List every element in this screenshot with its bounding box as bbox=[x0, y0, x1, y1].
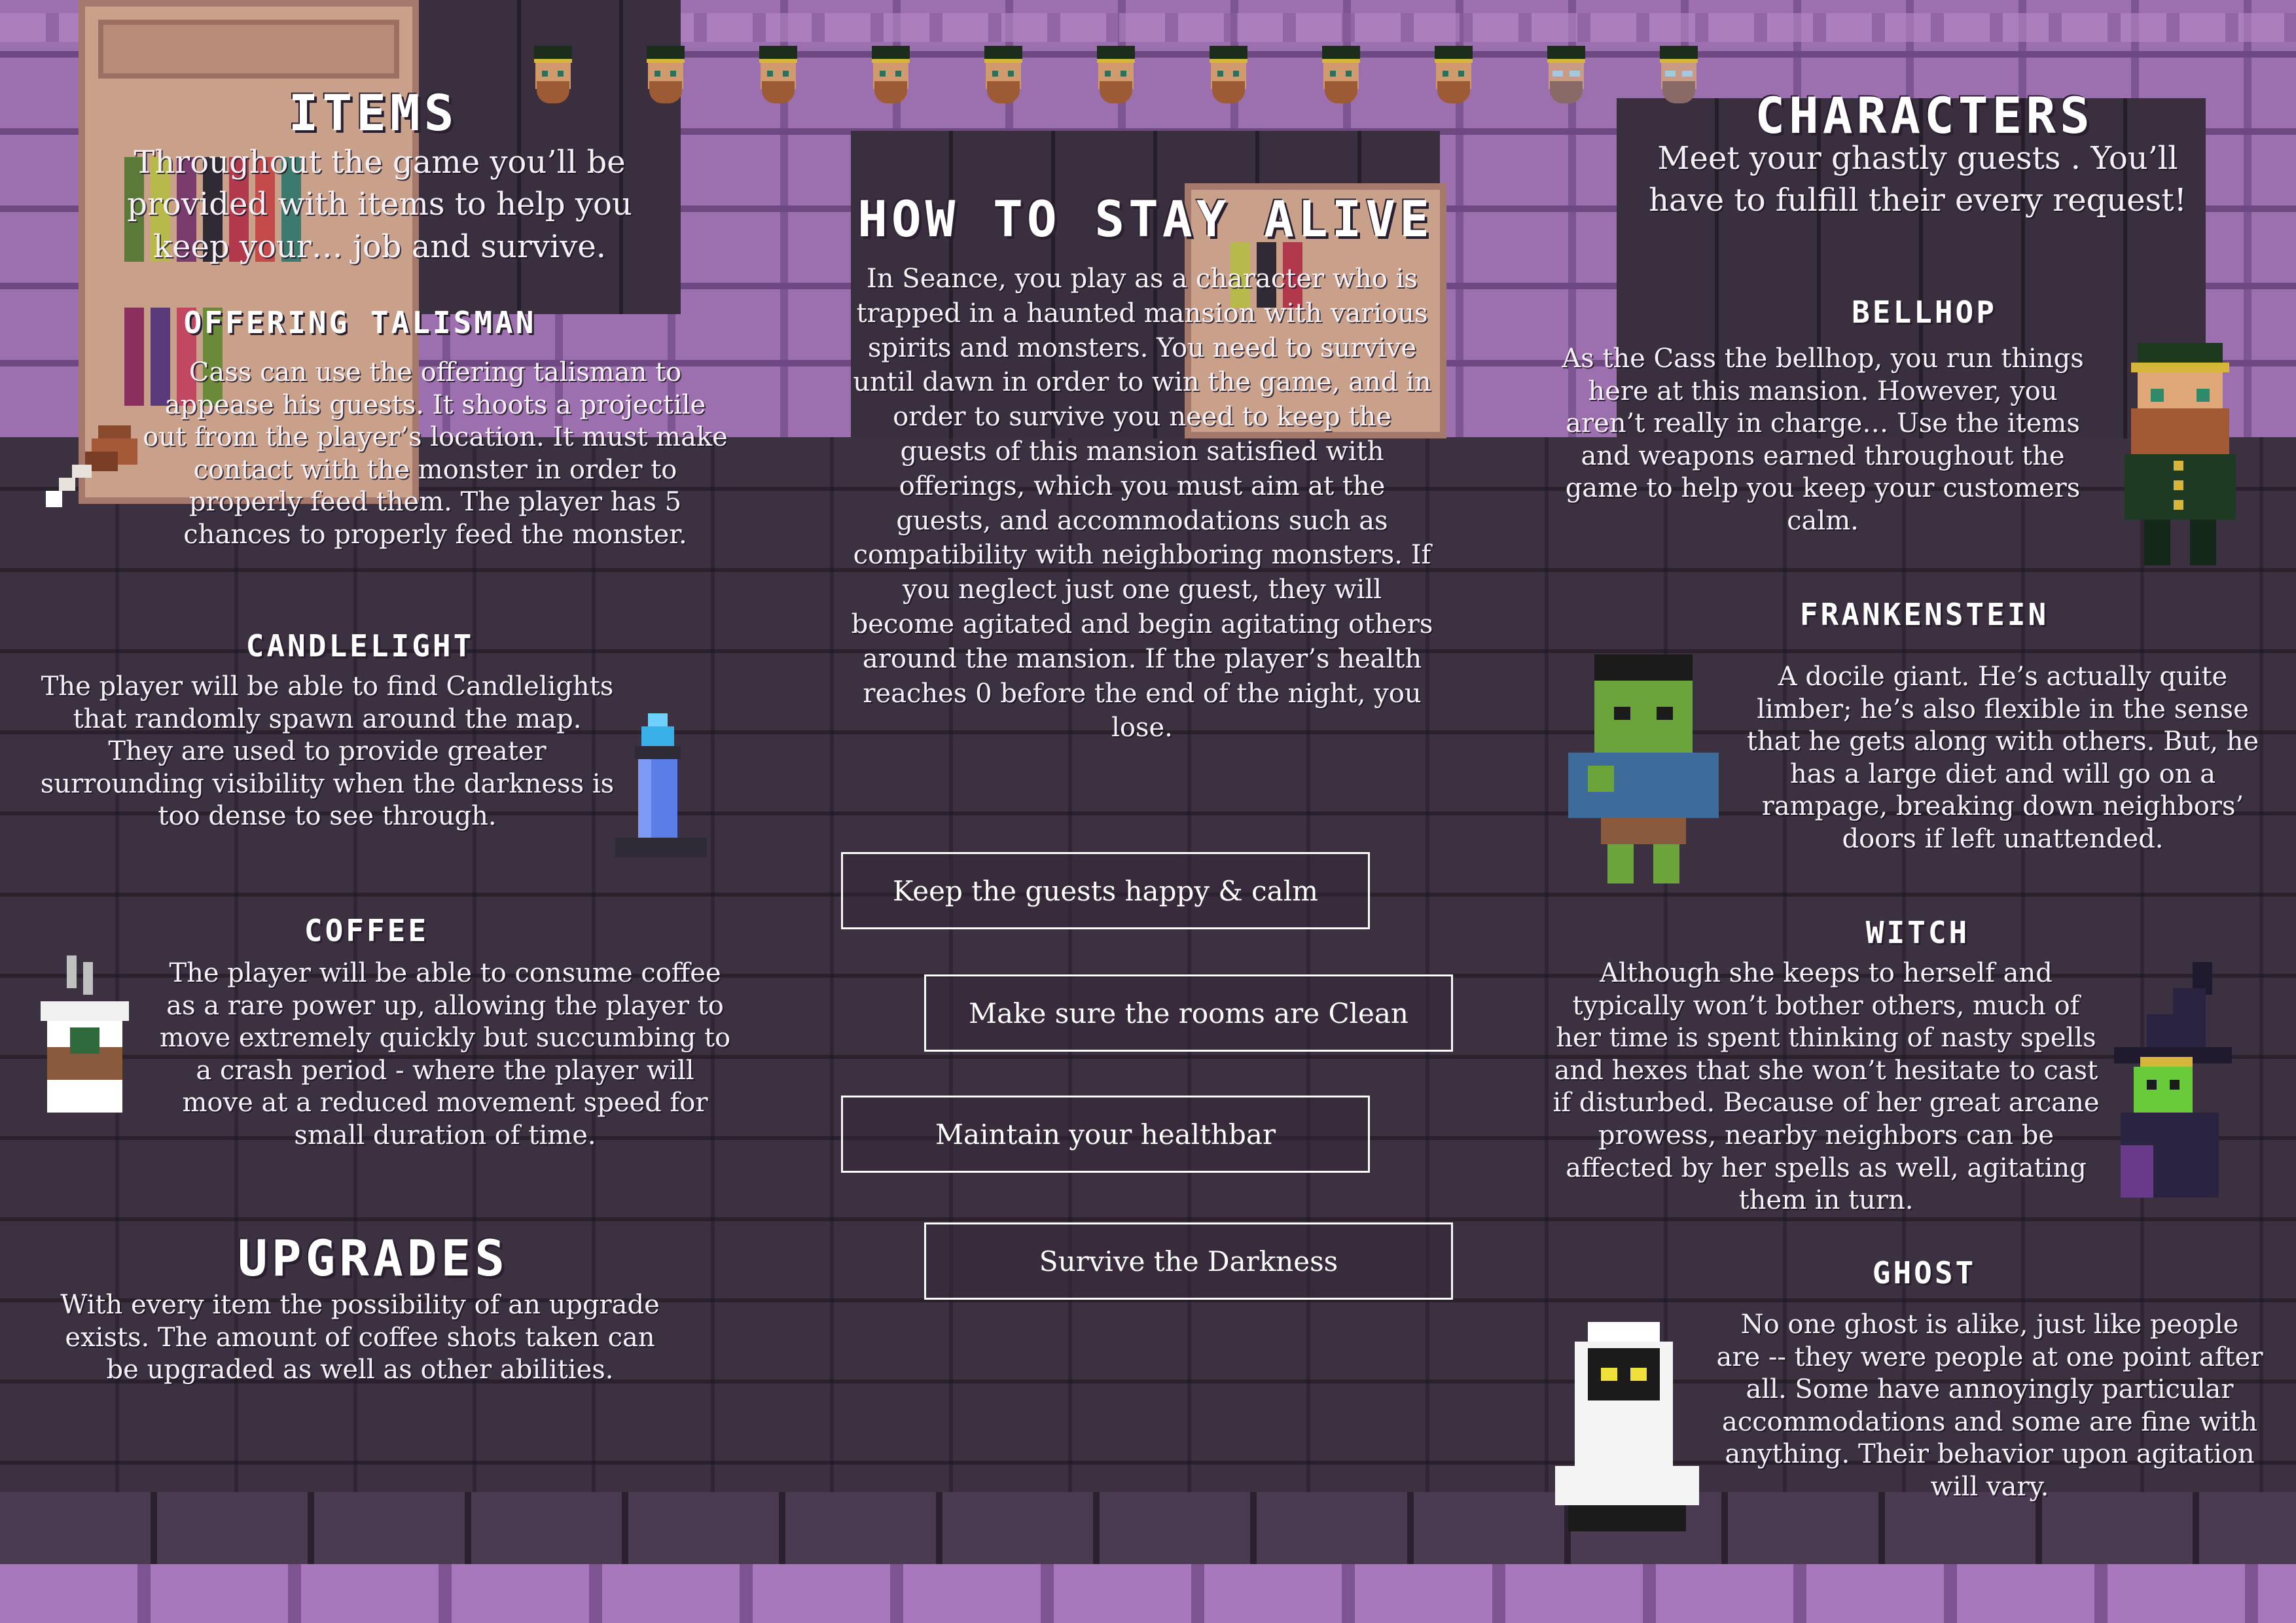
frankenstein-title: FRANKENSTEIN bbox=[1799, 597, 2049, 632]
floor-strip bbox=[0, 1492, 2296, 1623]
bellhop-title: BELLHOP bbox=[1852, 294, 1997, 330]
candle-icon bbox=[615, 713, 707, 857]
ghost-title: GHOST bbox=[1872, 1255, 1977, 1291]
bellhop-head-icon bbox=[1207, 46, 1250, 105]
goal-box-happy-calm: Keep the guests happy & calm bbox=[841, 852, 1370, 929]
bellhop-head-icon bbox=[531, 46, 575, 105]
witch-title: WITCH bbox=[1865, 915, 1970, 950]
upgrades-heading: UPGRADES bbox=[237, 1229, 509, 1287]
bellhop-head-icon bbox=[1319, 46, 1363, 105]
characters-heading: CHARACTERS bbox=[1755, 86, 2094, 145]
drumstick-icon bbox=[46, 425, 137, 507]
items-heading: ITEMS bbox=[288, 84, 458, 142]
ghost-sprite bbox=[1555, 1322, 1699, 1531]
characters-intro: Meet your ghastly guests . You’ll have t… bbox=[1649, 140, 2187, 219]
goal-box-darkness: Survive the Darkness bbox=[924, 1222, 1453, 1300]
ghost-text: No one ghost is alike, just like people … bbox=[1716, 1310, 2263, 1502]
coffee-cup-icon bbox=[41, 955, 129, 1113]
coffee-title: COFFEE bbox=[304, 913, 429, 948]
frankenstein-text: A docile giant. He’s actually quite limb… bbox=[1746, 662, 2259, 854]
bellhop-head-icon bbox=[1432, 46, 1475, 105]
witch-text: Although she keeps to herself and typica… bbox=[1552, 958, 2100, 1216]
candlelight-title: CANDLELIGHT bbox=[245, 628, 475, 664]
how-to-stay-alive-text: In Seance, you play as a character who i… bbox=[851, 264, 1433, 743]
offering-talisman-text: Cass can use the offering talisman to ap… bbox=[143, 357, 728, 550]
bellhop-head-icon bbox=[982, 46, 1025, 105]
bellhop-head-icon bbox=[1094, 46, 1138, 105]
coffee-text: The player will be able to consume coffe… bbox=[159, 958, 731, 1150]
bellhop-sprite bbox=[2125, 343, 2236, 565]
upgrades-text: With every item the possibility of an up… bbox=[60, 1290, 660, 1385]
goal-box-healthbar: Maintain your healthbar bbox=[841, 1096, 1370, 1173]
candlelight-text: The player will be able to find Candleli… bbox=[40, 671, 615, 832]
bellhop-head-hurt-icon bbox=[1545, 46, 1588, 105]
bellhop-head-icon bbox=[869, 46, 912, 105]
how-to-stay-alive-heading: HOW TO STAY ALIVE bbox=[857, 190, 1433, 248]
bellhop-head-icon bbox=[757, 46, 800, 105]
offering-talisman-title: OFFERING TALISMAN bbox=[183, 305, 537, 340]
bellhop-head-icon bbox=[644, 46, 687, 105]
bellhop-text: As the Cass the bellhop, you run things … bbox=[1562, 344, 2084, 536]
items-intro: Throughout the game you’ll be provided w… bbox=[127, 144, 632, 265]
witch-sprite bbox=[2114, 962, 2232, 1198]
goal-box-rooms-clean: Make sure the rooms are Clean bbox=[924, 974, 1453, 1052]
frankenstein-sprite bbox=[1568, 654, 1719, 883]
